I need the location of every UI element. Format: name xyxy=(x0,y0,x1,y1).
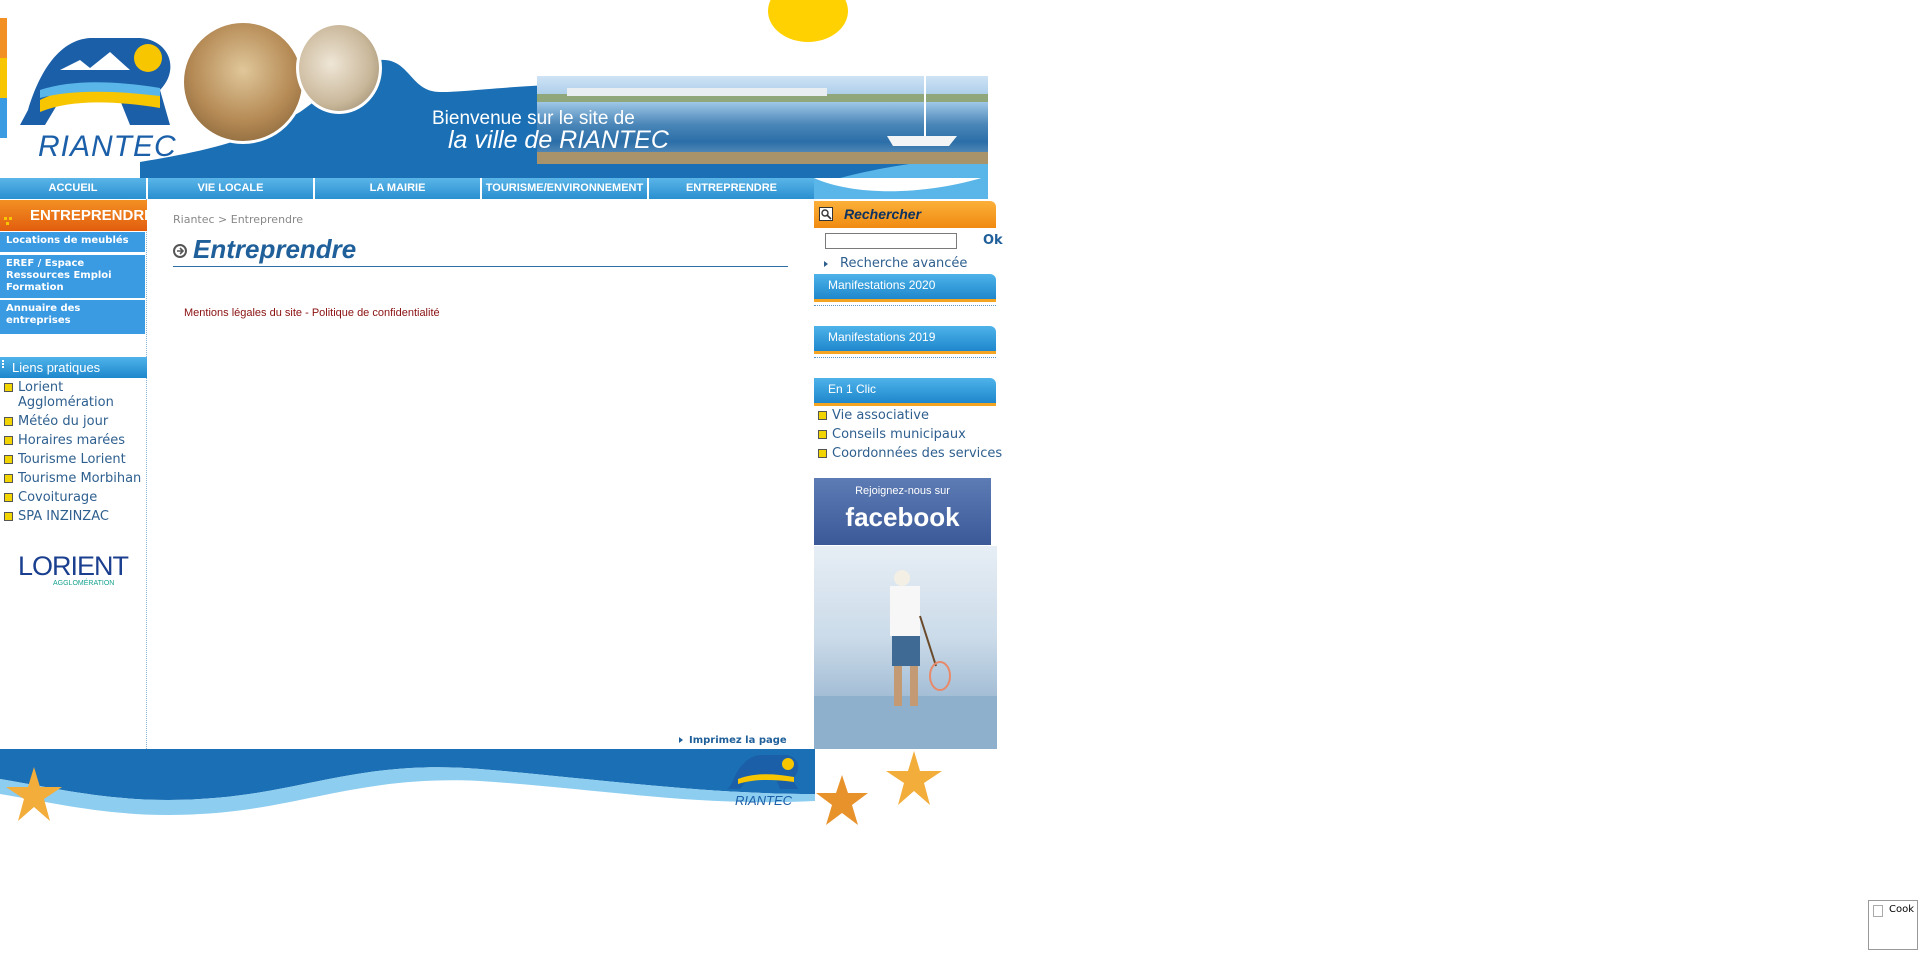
facebook-banner[interactable]: Rejoignez-nous sur facebook xyxy=(814,478,991,545)
site-footer: RIANTEC xyxy=(0,749,1000,849)
link-spa-inzinzac[interactable]: SPA INZINZAC xyxy=(4,509,109,524)
link-meteo[interactable]: Météo du jour xyxy=(4,414,108,429)
print-label: Imprimez la page xyxy=(689,735,787,746)
nav-vie-locale[interactable]: VIE LOCALE xyxy=(148,178,313,199)
box-manifestations-2020[interactable]: Manifestations 2020 xyxy=(814,274,996,302)
starfish-group-icon xyxy=(816,751,942,825)
footer-logo-wordmark: RIANTEC xyxy=(735,793,793,808)
edge-stripe-yellow xyxy=(0,58,7,98)
legal-mentions-link[interactable]: Mentions légales du site xyxy=(184,307,302,319)
box-manifestations-2019[interactable]: Manifestations 2019 xyxy=(814,326,996,354)
divider xyxy=(814,357,996,358)
lighthouse-photo xyxy=(181,20,305,144)
breadcrumb: Riantec > Entreprendre xyxy=(173,213,304,226)
search-input[interactable] xyxy=(825,233,957,249)
starfish-icon xyxy=(6,767,62,821)
riantec-logo-icon xyxy=(20,38,171,125)
nav-accueil[interactable]: ACCUEIL xyxy=(0,178,146,199)
logo-wordmark: RIANTEC xyxy=(38,130,177,163)
bullet-square-icon xyxy=(4,455,13,464)
page-title-bar: Entreprendre xyxy=(173,232,788,267)
legal-links: Mentions légales du site - Politique de … xyxy=(184,307,440,319)
lorient-logo-text: LORIENT xyxy=(18,551,129,581)
broken-image-icon xyxy=(1873,905,1883,917)
print-page-link[interactable]: Imprimez la page xyxy=(679,735,787,746)
advanced-search-link[interactable]: Recherche avancée xyxy=(824,256,967,271)
nav-la-mairie[interactable]: LA MAIRIE xyxy=(315,178,480,199)
section-title: ENTREPRENDRE xyxy=(30,207,155,224)
link-tourisme-lorient[interactable]: Tourisme Lorient xyxy=(4,452,126,467)
dots-icon xyxy=(4,207,14,225)
page-title: Entreprendre xyxy=(193,234,357,264)
caret-right-icon xyxy=(824,260,828,267)
magnifier-icon xyxy=(819,207,833,221)
clic-vie-associative[interactable]: Vie associative xyxy=(818,408,929,423)
sidebar-item-eref[interactable]: EREF / Espace Ressources Emploi Formatio… xyxy=(0,255,145,299)
liens-pratiques-header: Liens pratiques xyxy=(0,357,147,378)
search-ok-button[interactable]: Ok xyxy=(983,233,1003,248)
sidebar-item-locations[interactable]: Locations de meublés xyxy=(0,232,145,253)
welcome-line-2: la ville de RIANTEC xyxy=(448,126,669,154)
clic-conseils-municipaux[interactable]: Conseils municipaux xyxy=(818,427,966,442)
legal-separator: - xyxy=(305,307,309,319)
dots-icon xyxy=(2,360,8,368)
divider xyxy=(814,305,996,306)
liens-title: Liens pratiques xyxy=(12,360,101,375)
link-marees[interactable]: Horaires marées xyxy=(4,433,125,448)
arrow-right-circle-icon xyxy=(173,244,187,258)
riantec-logo-icon xyxy=(728,755,799,789)
search-header: Rechercher xyxy=(814,201,996,228)
footer-logo[interactable]: RIANTEC xyxy=(728,751,800,811)
cookie-widget[interactable]: Cook xyxy=(1868,900,1918,950)
link-covoiturage[interactable]: Covoiturage xyxy=(4,490,97,505)
facebook-line-2: facebook xyxy=(845,502,960,532)
shore-fishing-photo xyxy=(296,22,382,114)
bullet-square-icon xyxy=(4,493,13,502)
lorient-agglo-logo[interactable]: LORIENT AGGLOMÉRATION xyxy=(18,551,130,591)
search-title: Rechercher xyxy=(844,206,922,222)
sidebar-item-annuaire[interactable]: Annuaire des entreprises xyxy=(0,300,145,335)
edge-stripe-blue xyxy=(0,98,7,138)
section-header-entreprendre: ENTREPRENDRE xyxy=(0,200,154,231)
link-tourisme-morbihan[interactable]: Tourisme Morbihan xyxy=(4,471,141,486)
bullet-square-icon xyxy=(818,411,827,420)
beach-fishing-photo xyxy=(814,546,997,749)
bullet-square-icon xyxy=(818,449,827,458)
bullet-square-icon xyxy=(4,474,13,483)
nav-entreprendre[interactable]: ENTREPRENDRE xyxy=(649,178,814,199)
bullet-square-icon xyxy=(4,436,13,445)
bullet-square-icon xyxy=(4,512,13,521)
edge-stripe-orange xyxy=(0,18,7,58)
clic-coordonnees-services[interactable]: Coordonnées des services xyxy=(818,446,1002,461)
site-header: RIANTEC Bienvenue sur le site de la vill… xyxy=(0,0,988,178)
bullet-square-icon xyxy=(4,383,13,392)
sun-graphic xyxy=(768,0,848,42)
privacy-link[interactable]: Politique de confidentialité xyxy=(312,307,440,319)
nav-tourisme[interactable]: TOURISME/ENVIRONNEMENT xyxy=(482,178,647,199)
cookie-label: Cook xyxy=(1889,904,1915,915)
facebook-line-1: Rejoignez-nous sur xyxy=(855,485,950,497)
bullet-square-icon xyxy=(4,417,13,426)
lorient-logo-sub: AGGLOMÉRATION xyxy=(53,580,115,587)
link-lorient-agglo[interactable]: Lorient Agglomération xyxy=(4,380,134,410)
nav-wave-end xyxy=(814,176,988,199)
caret-right-icon xyxy=(679,737,683,743)
bullet-square-icon xyxy=(818,430,827,439)
main-nav: ACCUEIL VIE LOCALE LA MAIRIE TOURISME/EN… xyxy=(0,176,988,199)
box-en-1-clic: En 1 Clic xyxy=(814,378,996,406)
